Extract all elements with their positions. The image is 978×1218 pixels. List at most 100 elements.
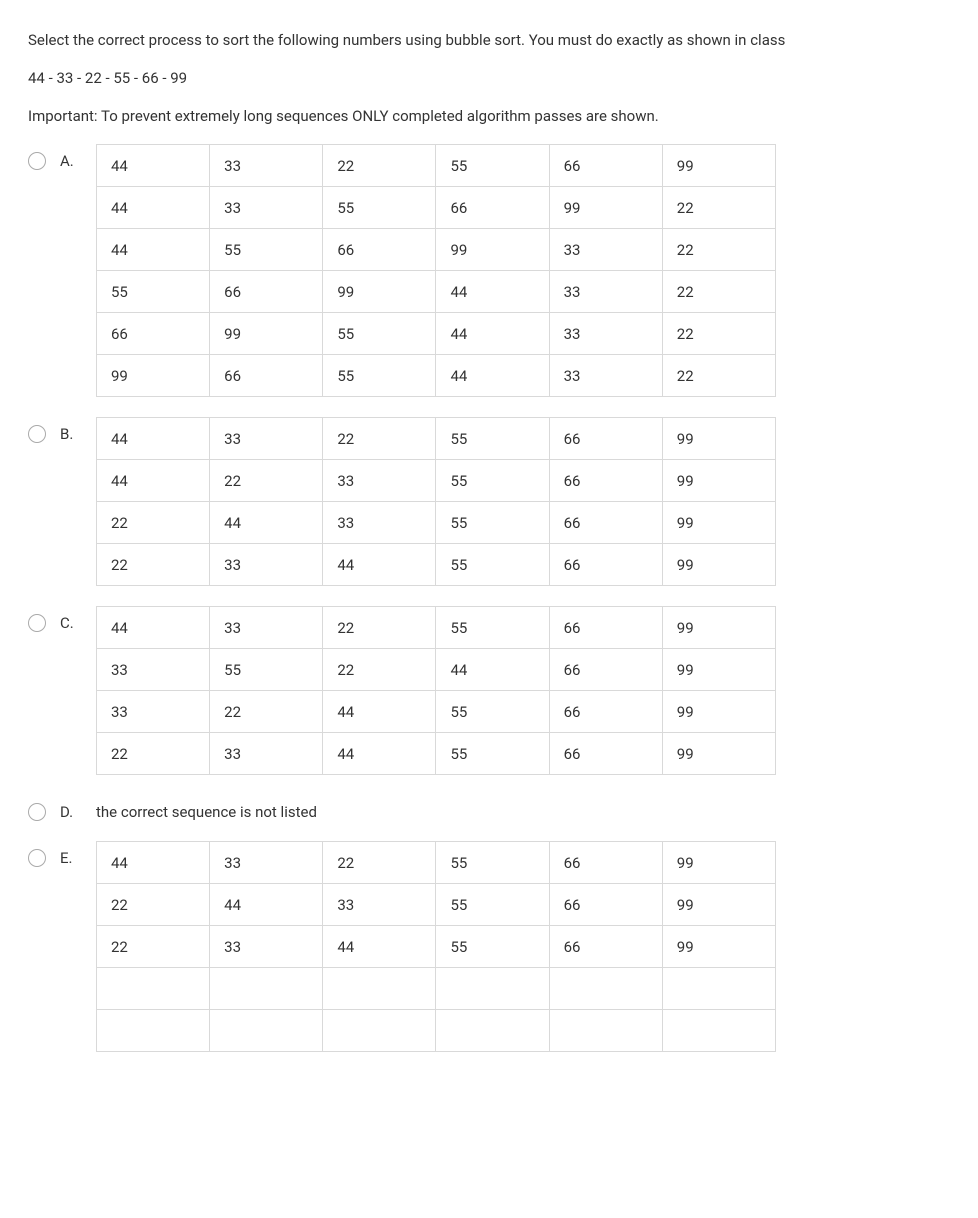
- table-cell: 33: [549, 355, 662, 397]
- table-cell: 55: [436, 842, 549, 884]
- table-cell: [210, 1010, 323, 1052]
- table-cell: 99: [436, 229, 549, 271]
- table-cell: 33: [323, 460, 436, 502]
- table-cell: 22: [323, 145, 436, 187]
- table-cell: 55: [436, 502, 549, 544]
- table-cell: 44: [210, 884, 323, 926]
- table-cell: 55: [436, 460, 549, 502]
- radio-c[interactable]: [28, 614, 46, 632]
- option-letter: B.: [60, 417, 82, 443]
- table-cell: 22: [662, 187, 775, 229]
- table-row: [97, 1010, 776, 1052]
- table-cell: 99: [662, 418, 775, 460]
- table-cell: 44: [436, 649, 549, 691]
- table-cell: 22: [210, 691, 323, 733]
- table-cell: 99: [97, 355, 210, 397]
- option-body: 4433225566993355224466993322445566992233…: [96, 606, 950, 775]
- table-cell: 33: [549, 313, 662, 355]
- table-cell: 33: [210, 418, 323, 460]
- table-row: 443355669922: [97, 187, 776, 229]
- table-cell: [549, 968, 662, 1010]
- table-cell: 55: [436, 733, 549, 775]
- option-c: C.44332255669933552244669933224455669922…: [28, 606, 950, 775]
- table-row: 223344556699: [97, 544, 776, 586]
- options-list: A.44332255669944335566992244556699332255…: [28, 144, 950, 1052]
- radio-d[interactable]: [28, 803, 46, 821]
- table-cell: [549, 1010, 662, 1052]
- table-cell: 55: [323, 313, 436, 355]
- table-cell: 66: [549, 926, 662, 968]
- table-cell: 44: [97, 842, 210, 884]
- option-text: the correct sequence is not listed: [96, 795, 317, 821]
- table-cell: [436, 1010, 549, 1052]
- table-cell: 22: [662, 271, 775, 313]
- radio-b[interactable]: [28, 425, 46, 443]
- table-cell: 66: [549, 884, 662, 926]
- table-cell: 66: [210, 271, 323, 313]
- sort-passes-table: 443322556699224433556699223344556699: [96, 841, 776, 1052]
- table-cell: 33: [549, 271, 662, 313]
- table-cell: 66: [549, 145, 662, 187]
- table-cell: [323, 968, 436, 1010]
- question-line-1: Select the correct process to sort the f…: [28, 28, 950, 52]
- table-cell: 55: [436, 607, 549, 649]
- table-cell: 22: [323, 418, 436, 460]
- option-letter: A.: [60, 144, 82, 170]
- table-cell: 99: [662, 884, 775, 926]
- question-stem: Select the correct process to sort the f…: [28, 28, 950, 128]
- table-cell: 55: [436, 145, 549, 187]
- table-row: 443322556699: [97, 607, 776, 649]
- radio-a[interactable]: [28, 152, 46, 170]
- table-cell: 22: [323, 607, 436, 649]
- table-row: 669955443322: [97, 313, 776, 355]
- table-cell: 55: [323, 187, 436, 229]
- option-b: B.44332255669944223355669922443355669922…: [28, 417, 950, 586]
- table-row: 332244556699: [97, 691, 776, 733]
- table-cell: 66: [549, 460, 662, 502]
- table-cell: 99: [662, 926, 775, 968]
- sort-passes-table: 4433225566993355224466993322445566992233…: [96, 606, 776, 775]
- table-cell: 44: [97, 145, 210, 187]
- table-row: 443322556699: [97, 418, 776, 460]
- table-cell: 33: [97, 691, 210, 733]
- table-cell: 44: [97, 418, 210, 460]
- table-cell: 44: [436, 355, 549, 397]
- option-body: 443322556699224433556699223344556699: [96, 841, 950, 1052]
- table-row: 442233556699: [97, 460, 776, 502]
- table-cell: 33: [549, 229, 662, 271]
- option-body: 4433225566994422335566992244335566992233…: [96, 417, 950, 586]
- question-line-3: Important: To prevent extremely long seq…: [28, 104, 950, 128]
- table-cell: 22: [662, 313, 775, 355]
- table-cell: 66: [549, 544, 662, 586]
- table-cell: 22: [97, 502, 210, 544]
- table-cell: 66: [549, 842, 662, 884]
- table-cell: 66: [549, 733, 662, 775]
- table-cell: 66: [210, 355, 323, 397]
- table-row: [97, 968, 776, 1010]
- table-cell: 33: [210, 145, 323, 187]
- table-cell: 22: [210, 460, 323, 502]
- table-cell: 44: [97, 187, 210, 229]
- table-cell: 33: [210, 842, 323, 884]
- option-a: A.44332255669944335566992244556699332255…: [28, 144, 950, 397]
- table-cell: 33: [323, 502, 436, 544]
- table-cell: 99: [210, 313, 323, 355]
- table-cell: 44: [97, 460, 210, 502]
- radio-e[interactable]: [28, 849, 46, 867]
- table-cell: [662, 1010, 775, 1052]
- option-body: the correct sequence is not listed: [96, 795, 950, 821]
- table-cell: [323, 1010, 436, 1052]
- table-cell: 99: [662, 145, 775, 187]
- table-cell: 33: [210, 733, 323, 775]
- table-cell: 55: [436, 418, 549, 460]
- table-cell: 99: [662, 649, 775, 691]
- table-row: 445566993322: [97, 229, 776, 271]
- table-cell: 33: [97, 649, 210, 691]
- table-cell: 55: [210, 229, 323, 271]
- table-cell: 99: [662, 460, 775, 502]
- option-d: D.the correct sequence is not listed: [28, 795, 950, 821]
- table-cell: 22: [662, 229, 775, 271]
- table-cell: 44: [323, 733, 436, 775]
- table-cell: [97, 968, 210, 1010]
- table-cell: [210, 968, 323, 1010]
